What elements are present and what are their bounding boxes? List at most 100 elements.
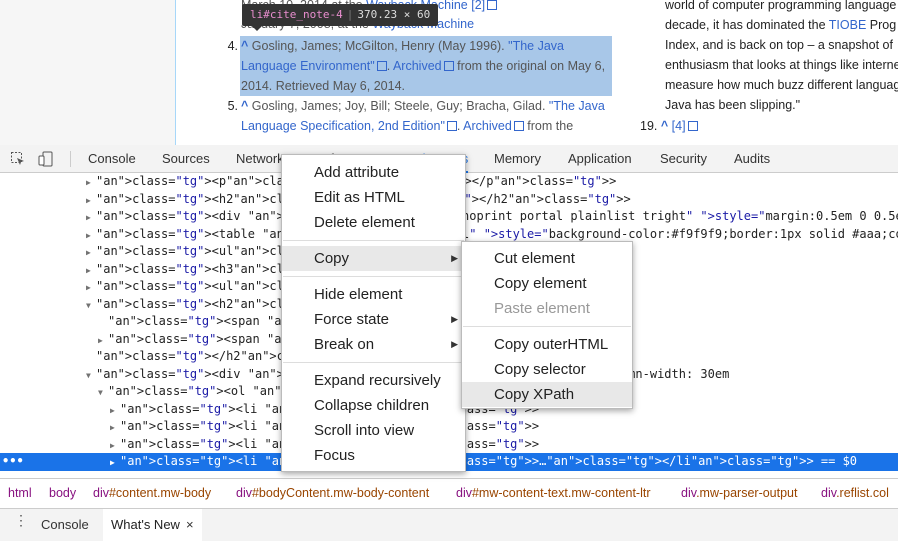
archived-link[interactable]: Archived	[393, 59, 442, 73]
expand-triangle-icon[interactable]: ▶	[86, 244, 96, 262]
external-link-icon	[487, 0, 498, 10]
tab-memory[interactable]: Memory	[494, 145, 541, 173]
expand-triangle-icon[interactable]: ▼	[86, 367, 96, 385]
expand-triangle-icon[interactable]: ▼	[98, 384, 108, 402]
menu-item-expand-recursively[interactable]: Expand recursively	[282, 368, 465, 393]
menu-item-delete-element[interactable]: Delete element	[282, 210, 465, 235]
tab-network[interactable]: Network	[236, 145, 284, 173]
expand-triangle-icon[interactable]: ▶	[98, 332, 108, 350]
tooltip-selector: #cite_note-4	[263, 8, 343, 21]
right-line-3: Index, and is back on top – a snapshot o…	[665, 38, 893, 52]
inspect-element-icon[interactable]	[10, 151, 26, 167]
menu-item-add-attribute[interactable]: Add attribute	[282, 160, 465, 185]
menu-item-copy-selector[interactable]: Copy selector	[462, 357, 632, 382]
external-link-icon	[376, 61, 387, 71]
menu-item-scroll-into-view[interactable]: Scroll into view	[282, 418, 465, 443]
node-actions-dots[interactable]: •••	[2, 453, 24, 471]
inspect-tooltip: li#cite_note-4 | 370.23 × 60	[242, 4, 439, 31]
ref-caret-link[interactable]: ^	[661, 119, 668, 133]
ref-title-link-cont[interactable]: Language Specification, 2nd Edition"	[241, 119, 445, 133]
ref-body: ^ Gosling, James; McGilton, Henry (May 1…	[241, 39, 606, 93]
ref-text: Gosling, James; McGilton, Henry (May 199…	[251, 39, 505, 53]
expand-triangle-icon[interactable]: ▶	[86, 174, 96, 192]
menu-separator	[283, 276, 464, 277]
archived-link[interactable]: Archived	[463, 119, 512, 133]
drawer-tab-whats-new[interactable]: What's New ×	[103, 509, 202, 541]
tab-sources[interactable]: Sources	[162, 145, 210, 173]
expand-triangle-icon[interactable]: ▶	[86, 192, 96, 210]
context-menu: Add attribute Edit as HTML Delete elemen…	[281, 154, 466, 472]
tab-audits[interactable]: Audits	[734, 145, 770, 173]
ref-text-2: from the	[527, 119, 574, 133]
menu-item-force-state[interactable]: Force state ▶	[282, 307, 465, 332]
submenu-arrow-icon: ▶	[451, 314, 458, 324]
breadcrumb-item[interactable]: html	[8, 479, 32, 508]
right-line-2: decade, it has dominated the TIOBE Prog	[665, 15, 898, 35]
external-link-icon	[513, 121, 524, 131]
tooltip-tag: li	[250, 8, 264, 21]
menu-item-edit-as-html[interactable]: Edit as HTML	[282, 185, 465, 210]
ref-number: 4.	[227, 39, 238, 53]
tab-security[interactable]: Security	[660, 145, 707, 173]
menu-item-copy[interactable]: Copy ▶	[282, 246, 465, 271]
drawer-tab-console[interactable]: Console	[41, 509, 89, 541]
expand-triangle-icon[interactable]: ▶	[110, 402, 120, 420]
more-options-icon[interactable]: ⋮	[14, 513, 28, 527]
breadcrumb-item[interactable]: div#content.mw-body	[93, 479, 211, 508]
menu-item-copy-outerhtml[interactable]: Copy outerHTML	[462, 332, 632, 357]
ref-title-link-cont[interactable]: Language Environment"	[241, 59, 375, 73]
ref-text-2: from the original on May 6,	[457, 59, 606, 73]
breadcrumb-item[interactable]: div#mw-content-text.mw-content-ltr	[456, 479, 651, 508]
close-icon[interactable]: ×	[186, 509, 194, 541]
expand-triangle-icon[interactable]: ▶	[86, 227, 96, 245]
tooltip-dimensions: 370.23 × 60	[357, 8, 431, 21]
breadcrumb-item[interactable]: div.reflist.col	[821, 479, 889, 508]
menu-item-cut-element[interactable]: Cut element	[462, 246, 632, 271]
breadcrumb-item[interactable]: div.mw-parser-output	[681, 479, 798, 508]
ref-text-3: 2014. Retrieved May 6, 2014.	[241, 79, 405, 93]
ref-caret-link[interactable]: ^	[241, 39, 248, 53]
dom-node-attributes-tail: noprint portal plainlist tright" ">style…	[462, 209, 898, 223]
submenu-arrow-icon: ▶	[451, 253, 458, 263]
ref-title-link[interactable]: "The Java	[508, 39, 564, 53]
right-line-1: world of computer programming language	[665, 0, 897, 12]
right-column-text: world of computer programming language d…	[665, 0, 898, 115]
expand-triangle-icon[interactable]: ▶	[110, 419, 120, 437]
device-toolbar-icon[interactable]	[38, 151, 54, 167]
tiobe-link[interactable]: TIOBE	[829, 18, 867, 32]
expand-triangle-icon[interactable]: ▶	[110, 454, 120, 472]
menu-item-force-state-label: Force state	[314, 311, 390, 328]
expand-triangle-icon[interactable]: ▶	[86, 279, 96, 297]
ref-top-bracket[interactable]: [2]	[471, 0, 485, 12]
ref-19-link[interactable]: [4]	[672, 119, 686, 133]
menu-item-copy-label: Copy	[314, 250, 350, 267]
console-drawer: ⋮ Console What's New ×	[0, 508, 898, 541]
expand-triangle-icon[interactable]: ▶	[86, 209, 96, 227]
external-link-icon	[443, 61, 454, 71]
menu-item-copy-xpath[interactable]: Copy XPath	[462, 382, 632, 407]
menu-item-focus[interactable]: Focus	[282, 443, 465, 468]
menu-separator	[463, 326, 631, 327]
expand-triangle-icon[interactable]: ▶	[110, 437, 120, 455]
tab-application[interactable]: Application	[568, 145, 632, 173]
breadcrumb-item[interactable]: div#bodyContent.mw-body-content	[236, 479, 429, 508]
toolbar-divider	[70, 151, 71, 167]
menu-item-copy-element[interactable]: Copy element	[462, 271, 632, 296]
right-line-6: Java has been slipping."	[665, 98, 801, 112]
menu-item-break-on[interactable]: Break on ▶	[282, 332, 465, 357]
ref-caret-link[interactable]: ^	[241, 99, 248, 113]
expand-triangle-icon[interactable]: ▼	[86, 297, 96, 315]
tiobe-after: Prog	[869, 18, 897, 32]
submenu-arrow-icon: ▶	[451, 339, 458, 349]
ref-number: 19.	[640, 119, 658, 133]
tab-console[interactable]: Console	[88, 145, 136, 173]
ref-title-link[interactable]: "The Java	[549, 99, 605, 113]
right-line-5: measure how much buzz different languag	[665, 78, 898, 92]
copy-submenu: Cut element Copy element Paste element C…	[461, 241, 633, 409]
breadcrumb-item[interactable]: body	[49, 479, 76, 508]
menu-item-hide-element[interactable]: Hide element	[282, 282, 465, 307]
ref-item-4: 4. ^ Gosling, James; McGilton, Henry (Ma…	[216, 36, 616, 96]
menu-item-collapse-children[interactable]: Collapse children	[282, 393, 465, 418]
expand-triangle-icon[interactable]: ▶	[86, 262, 96, 280]
web-page-viewport: March 10, 2014 at the Wayback Machine [2…	[0, 0, 898, 145]
